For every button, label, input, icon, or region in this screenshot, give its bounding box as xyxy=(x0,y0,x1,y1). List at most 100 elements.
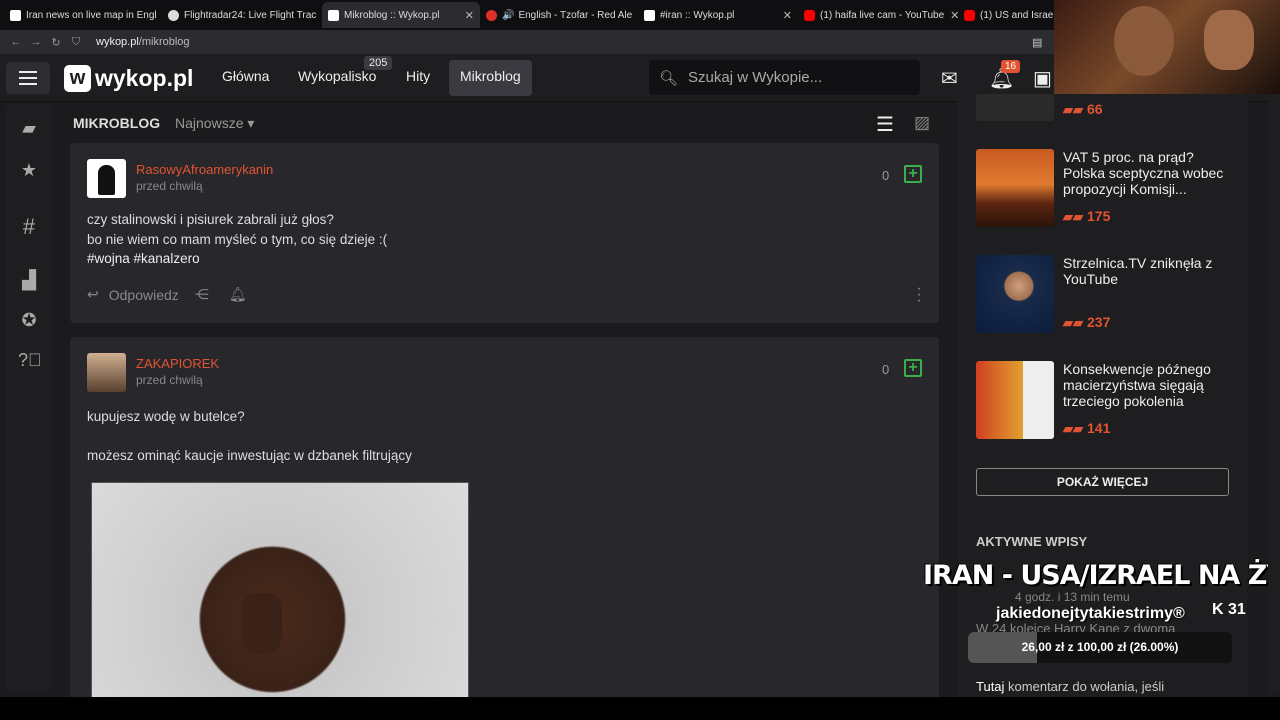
reader-icon[interactable]: ▤ xyxy=(1032,36,1042,49)
forward-icon[interactable]: → xyxy=(26,36,46,48)
list-view-icon[interactable]: ☰ xyxy=(876,112,894,137)
news-thumbnail[interactable] xyxy=(976,361,1054,439)
news-title[interactable]: Konsekwencje późnego macierzyństwa sięga… xyxy=(1063,361,1233,409)
show-more-button[interactable]: POKAŻ WIĘCEJ xyxy=(976,468,1229,496)
donation-progress-bar: 26,00 zł z 100,00 zł (26.00%) xyxy=(968,632,1232,663)
kick-icon: K xyxy=(1212,601,1224,618)
fire-icon: ▰▰ xyxy=(1063,421,1083,436)
ranking-icon[interactable]: ▟ xyxy=(18,270,40,291)
image-view-icon[interactable]: ▨ xyxy=(914,113,930,133)
star-icon[interactable]: ★ xyxy=(18,160,40,181)
news-thumbnail[interactable] xyxy=(976,149,1054,227)
post-body: czy stalinowski i pisiurek zabrali już g… xyxy=(87,210,387,269)
speaker-icon[interactable]: 🔊 xyxy=(502,10,514,21)
vote-count: 0 xyxy=(882,362,890,377)
active-post-text[interactable]: Tutaj komentarz do wołania, jeśli xyxy=(976,679,1164,694)
back-icon[interactable]: ← xyxy=(6,36,26,48)
sort-dropdown[interactable]: Najnowsze ▾ xyxy=(175,115,254,132)
share-icon[interactable]: ⋲ xyxy=(195,286,209,303)
bottom-bar xyxy=(0,697,1280,720)
post: ZAKAPIOREK przed chwilą 0 + kupujesz wod… xyxy=(70,337,939,707)
face-shape xyxy=(1114,6,1174,76)
stream-channel-overlay: jakiedonejtytakiestrimy® xyxy=(996,605,1185,622)
youtube-icon xyxy=(804,9,815,21)
news-item[interactable]: Strzelnica.TV zniknęła z YouTube ▰▰ 237 xyxy=(976,255,1236,335)
mail-icon[interactable]: ✉ xyxy=(941,66,958,91)
reply-icon[interactable]: ↩ xyxy=(87,286,99,303)
reply-button[interactable]: Odpowiedz xyxy=(109,287,179,303)
news-score: ▰▰ 66 xyxy=(1063,101,1103,117)
upvote-button[interactable]: + xyxy=(904,359,922,377)
browser-tab[interactable]: (1) haifa live cam - YouTube ✕ xyxy=(798,2,958,28)
viewer-count-overlay: K 31 xyxy=(1212,601,1246,618)
news-thumbnail[interactable] xyxy=(976,255,1054,333)
wykopalisko-count-badge: 205 xyxy=(364,56,393,70)
fire-icon: ▰▰ xyxy=(1063,315,1083,330)
news-title[interactable]: VAT 5 proc. na prąd? Polska sceptyczna w… xyxy=(1063,149,1233,197)
webcam-overlay xyxy=(1054,0,1280,94)
fire-icon: ▰▰ xyxy=(1063,102,1083,117)
help-icon[interactable]: ?⃝ xyxy=(18,350,42,371)
active-post-time: 4 godz. i 13 min temu xyxy=(1015,590,1130,604)
nav-mikroblog[interactable]: Mikroblog xyxy=(449,60,532,96)
vote-count: 0 xyxy=(882,168,890,183)
favicon-icon xyxy=(328,9,339,21)
scrollbar[interactable] xyxy=(1268,94,1280,694)
news-thumbnail[interactable] xyxy=(976,94,1054,121)
stream-title-overlay: IRAN - USA/IZRAEL NA ŻYWO xyxy=(923,560,1280,591)
favicon-icon xyxy=(10,9,21,21)
avatar[interactable] xyxy=(87,159,126,198)
post: RasowyAfroamerykanin przed chwilą 0 + cz… xyxy=(70,143,939,323)
browser-tab[interactable]: (1) US and Israel xyxy=(958,2,1058,28)
search-icon: 🔍︎ xyxy=(659,69,679,87)
main-column: MIKROBLOG Najnowsze ▾ ☰ ▨ RasowyAfroamer… xyxy=(70,104,939,707)
upvote-button[interactable]: + xyxy=(904,165,922,183)
post-author[interactable]: RasowyAfroamerykanin xyxy=(136,162,273,177)
active-posts-title: AKTYWNE WPISY xyxy=(976,534,1088,549)
post-time[interactable]: przed chwilą xyxy=(136,373,203,387)
browser-tab[interactable]: Flightradar24: Live Flight Trac✕ xyxy=(162,2,322,28)
close-icon[interactable]: ✕ xyxy=(944,9,958,22)
avatar[interactable] xyxy=(87,353,126,392)
news-score: ▰▰ 175 xyxy=(1063,208,1111,224)
wykop-logo[interactable]: w wykop.pl xyxy=(64,65,193,92)
browser-tab[interactable]: 🔊English - Tzofar - Red Ale✕ xyxy=(480,2,638,28)
hand-shape xyxy=(1204,10,1254,70)
chevron-down-icon: ▾ xyxy=(247,115,255,131)
news-score: ▰▰ 237 xyxy=(1063,314,1111,330)
browser-tab-active[interactable]: Mikroblog :: Wykop.pl ✕ xyxy=(322,2,480,28)
reload-icon[interactable]: ↻ xyxy=(46,36,66,49)
post-body: kupujesz wodę w butelce? możesz ominąć k… xyxy=(87,409,412,463)
fire-icon: ▰▰ xyxy=(1063,209,1083,224)
shield-icon[interactable]: ⛉ xyxy=(66,36,86,49)
browser-tab[interactable]: Iran news on live map in Engl✕ xyxy=(4,2,162,28)
news-title[interactable]: Strzelnica.TV zniknęła z YouTube xyxy=(1063,255,1233,287)
more-options-icon[interactable]: · · · xyxy=(916,281,922,309)
favicon-icon xyxy=(486,9,497,21)
hashtag-icon[interactable]: # xyxy=(18,214,40,240)
news-item[interactable]: Konsekwencje późnego macierzyństwa sięga… xyxy=(976,361,1236,441)
close-icon[interactable]: ✕ xyxy=(777,9,792,22)
favicon-icon xyxy=(644,9,655,21)
nav-glowna[interactable]: Główna xyxy=(222,68,269,90)
page-title: MIKROBLOG xyxy=(73,115,161,131)
news-item[interactable]: VAT 5 proc. na prąd? Polska sceptyczna w… xyxy=(976,149,1236,229)
favicon-icon xyxy=(168,9,179,21)
post-author[interactable]: ZAKAPIOREK xyxy=(136,356,219,371)
nav-wykopalisko[interactable]: Wykopalisko xyxy=(298,68,376,90)
nav-hity[interactable]: Hity xyxy=(406,68,430,90)
menu-button[interactable] xyxy=(6,62,50,94)
youtube-icon xyxy=(964,9,975,21)
search-input[interactable]: 🔍︎ Szukaj w Wykopie... xyxy=(649,60,920,95)
bell-off-icon[interactable]: 🔔︎ xyxy=(229,286,247,303)
post-image[interactable] xyxy=(91,482,469,704)
home-icon[interactable]: ▰ xyxy=(18,118,40,139)
post-actions: ↩ Odpowiedz ⋲ 🔔︎ xyxy=(87,286,247,303)
right-sidebar: ▰▰ 66 VAT 5 proc. na prąd? Polska sceptyc… xyxy=(958,94,1247,534)
badge-icon[interactable]: ✪ xyxy=(18,310,40,331)
post-time[interactable]: przed chwilą xyxy=(136,179,203,193)
close-icon[interactable]: ✕ xyxy=(459,9,474,22)
post-tags[interactable]: #wojna #kanalzero xyxy=(87,249,387,269)
url-field[interactable]: wykop.pl/mikroblog xyxy=(96,36,190,48)
browser-tab[interactable]: #iran :: Wykop.pl ✕ xyxy=(638,2,798,28)
